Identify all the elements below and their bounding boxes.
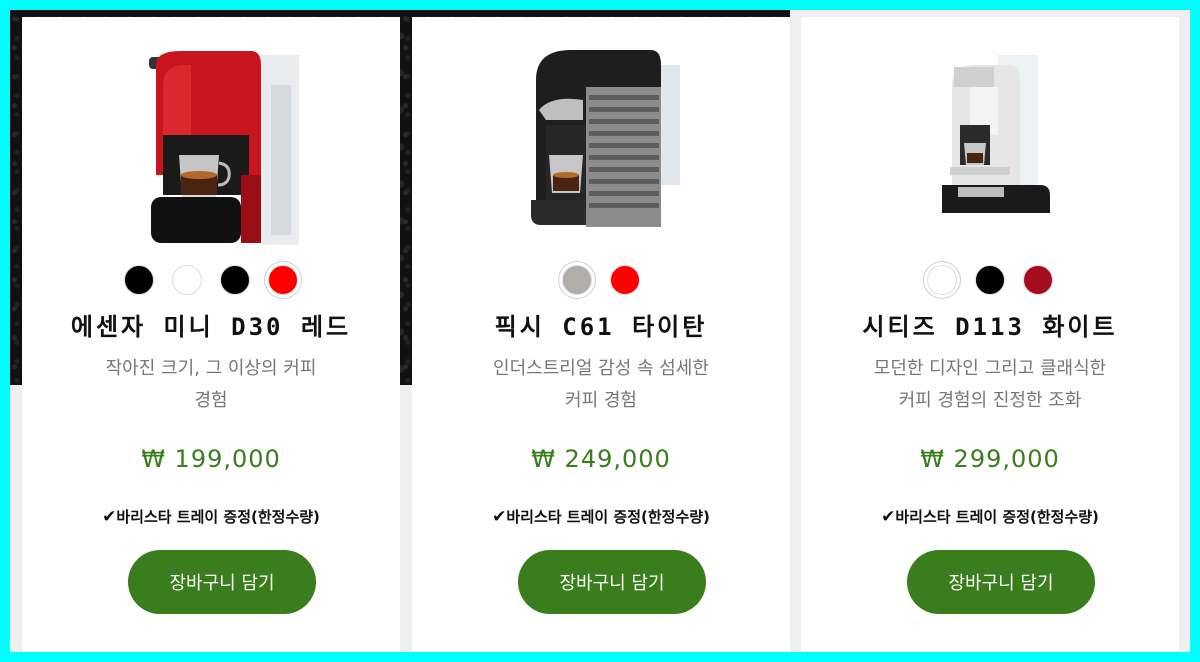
description-line: 경험 xyxy=(194,390,228,411)
product-card: 픽시 C61 타이탄 인더스트리얼 감성 속 섬세한 커피 경험 ₩ 249,0… xyxy=(412,17,790,652)
description-line: 커피 경험의 진정한 조화 xyxy=(898,390,1082,411)
color-swatch[interactable] xyxy=(975,265,1005,295)
add-to-cart-button[interactable]: 장바구니 담기 xyxy=(907,550,1095,614)
product-price: ₩ 199,000 xyxy=(141,445,281,473)
color-swatch-selected[interactable] xyxy=(562,265,592,295)
check-icon: ✔ xyxy=(881,507,896,527)
product-card: 에센자 미니 D30 레드 작아진 크기, 그 이상의 커피 경험 ₩ 199,… xyxy=(22,17,400,652)
product-description: 작아진 크기, 그 이상의 커피 경험 xyxy=(77,353,345,417)
add-to-cart-button[interactable]: 장바구니 담기 xyxy=(518,550,706,614)
color-swatch-selected[interactable] xyxy=(927,265,957,295)
color-swatch-selected[interactable] xyxy=(268,265,298,295)
description-line: 모던한 디자인 그리고 클래식한 xyxy=(873,358,1107,379)
product-description: 인더스트리얼 감성 속 섬세한 커피 경험 xyxy=(467,353,735,417)
product-name[interactable]: 픽시 C61 타이탄 xyxy=(412,307,790,342)
espresso-machine-red-image[interactable] xyxy=(101,25,321,253)
product-name[interactable]: 에센자 미니 D30 레드 xyxy=(22,307,400,342)
color-swatch[interactable] xyxy=(172,265,202,295)
product-name[interactable]: 시티즈 D113 화이트 xyxy=(801,307,1179,342)
color-swatches xyxy=(801,265,1179,299)
color-swatch[interactable] xyxy=(124,265,154,295)
product-section: 에센자 미니 D30 레드 작아진 크기, 그 이상의 커피 경험 ₩ 199,… xyxy=(10,10,1190,652)
promo-label: 바리스타 트레이 증정(한정수량) xyxy=(506,508,710,526)
product-card: 시티즈 D113 화이트 모던한 디자인 그리고 클래식한 커피 경험의 진정한… xyxy=(801,17,1179,652)
check-icon: ✔ xyxy=(102,507,117,527)
add-to-cart-button[interactable]: 장바구니 담기 xyxy=(128,550,316,614)
description-line: 작아진 크기, 그 이상의 커피 xyxy=(105,358,317,379)
color-swatch[interactable] xyxy=(1023,265,1053,295)
espresso-machine-white-image[interactable] xyxy=(880,25,1100,253)
promo-label: 바리스타 트레이 증정(한정수량) xyxy=(895,508,1099,526)
promo-text: ✔바리스타 트레이 증정(한정수량) xyxy=(801,506,1179,527)
promo-label: 바리스타 트레이 증정(한정수량) xyxy=(116,508,320,526)
check-icon: ✔ xyxy=(492,507,507,527)
color-swatch[interactable] xyxy=(220,265,250,295)
product-price: ₩ 249,000 xyxy=(531,445,671,473)
description-line: 커피 경험 xyxy=(565,390,637,411)
color-swatch[interactable] xyxy=(610,265,640,295)
promo-text: ✔바리스타 트레이 증정(한정수량) xyxy=(22,506,400,527)
product-description: 모던한 디자인 그리고 클래식한 커피 경험의 진정한 조화 xyxy=(856,353,1124,417)
espresso-machine-titan-image[interactable] xyxy=(491,25,711,253)
color-swatches xyxy=(22,265,400,299)
product-price: ₩ 299,000 xyxy=(920,445,1060,473)
color-swatches xyxy=(412,265,790,299)
description-line: 인더스트리얼 감성 속 섬세한 xyxy=(493,358,709,379)
promo-text: ✔바리스타 트레이 증정(한정수량) xyxy=(412,506,790,527)
